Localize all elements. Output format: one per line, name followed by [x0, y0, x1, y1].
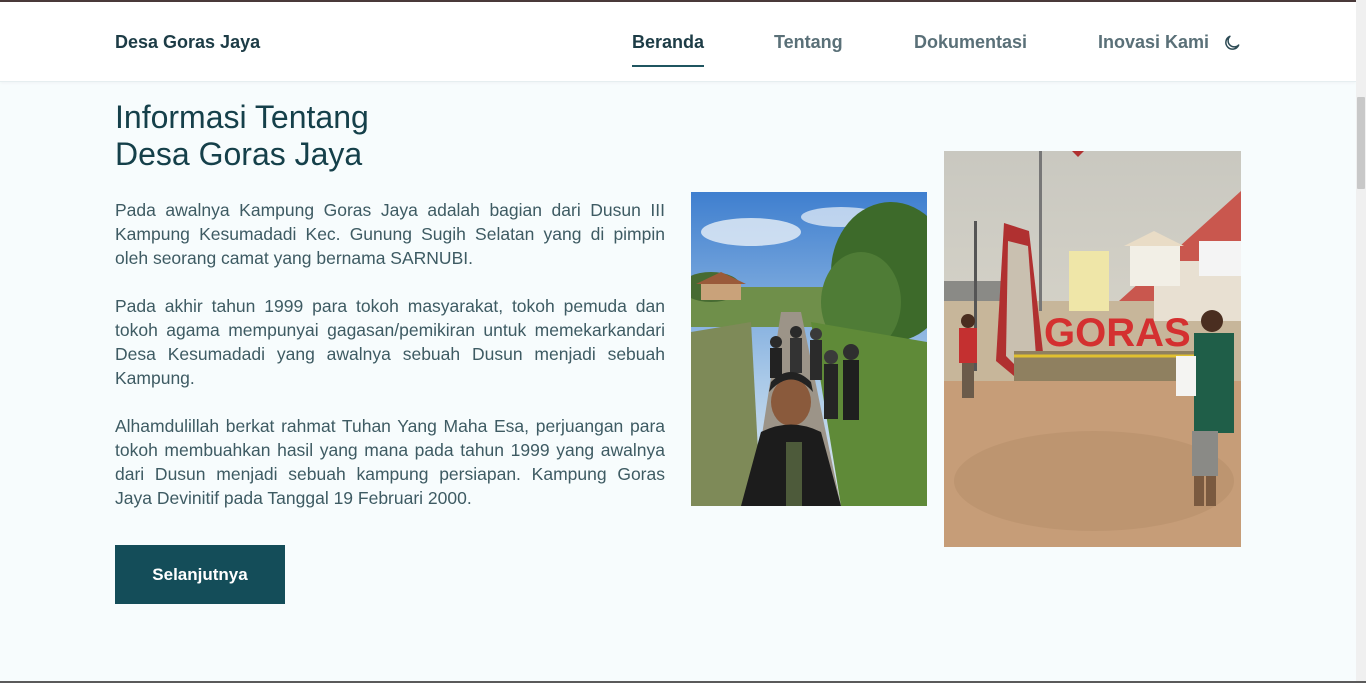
- paragraph-history-3: Alhamdulillah berkat rahmat Tuhan Yang M…: [115, 416, 665, 508]
- heading-line-2: Desa Goras Jaya: [115, 136, 363, 172]
- brand-logo-text[interactable]: Desa Goras Jaya: [115, 32, 260, 53]
- moon-icon[interactable]: [1222, 33, 1242, 53]
- paragraph-history-2: Pada akhir tahun 1999 para tokoh masyara…: [115, 296, 665, 388]
- village-sign-photo: GORAS: [944, 151, 1241, 547]
- paragraph-history-1: Pada awalnya Kampung Goras Jaya adalah b…: [115, 200, 665, 268]
- group-selfie-photo: [691, 192, 927, 506]
- active-nav-underline: [632, 65, 704, 67]
- nav-link-inovasi-kami[interactable]: Inovasi Kami: [1098, 32, 1209, 53]
- selanjutnya-button[interactable]: Selanjutnya: [115, 545, 285, 604]
- nav-link-beranda[interactable]: Beranda: [632, 32, 704, 53]
- nav-link-dokumentasi[interactable]: Dokumentasi: [914, 32, 1027, 53]
- section-heading: Informasi Tentang Desa Goras Jaya: [115, 99, 675, 173]
- scrollbar-thumb[interactable]: [1357, 97, 1365, 189]
- navbar: Desa Goras Jaya Beranda Tentang Dokument…: [0, 2, 1356, 82]
- heading-line-1: Informasi Tentang: [115, 99, 369, 135]
- nav-link-tentang[interactable]: Tentang: [774, 32, 843, 53]
- goras-sign-text: GORAS: [1044, 311, 1191, 355]
